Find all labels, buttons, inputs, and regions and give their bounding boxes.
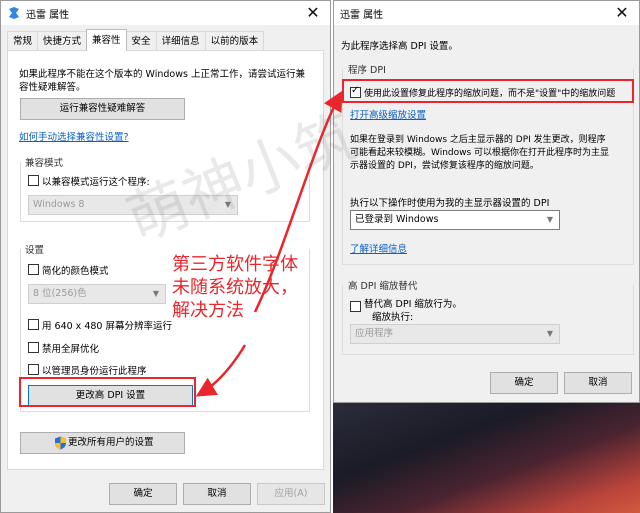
tab-compatibility[interactable]: 兼容性 — [86, 29, 127, 51]
arrow-to-dpi-button — [195, 344, 247, 397]
arrow-to-fix-checkbox — [253, 90, 343, 313]
annotation-arrows — [195, 90, 343, 397]
